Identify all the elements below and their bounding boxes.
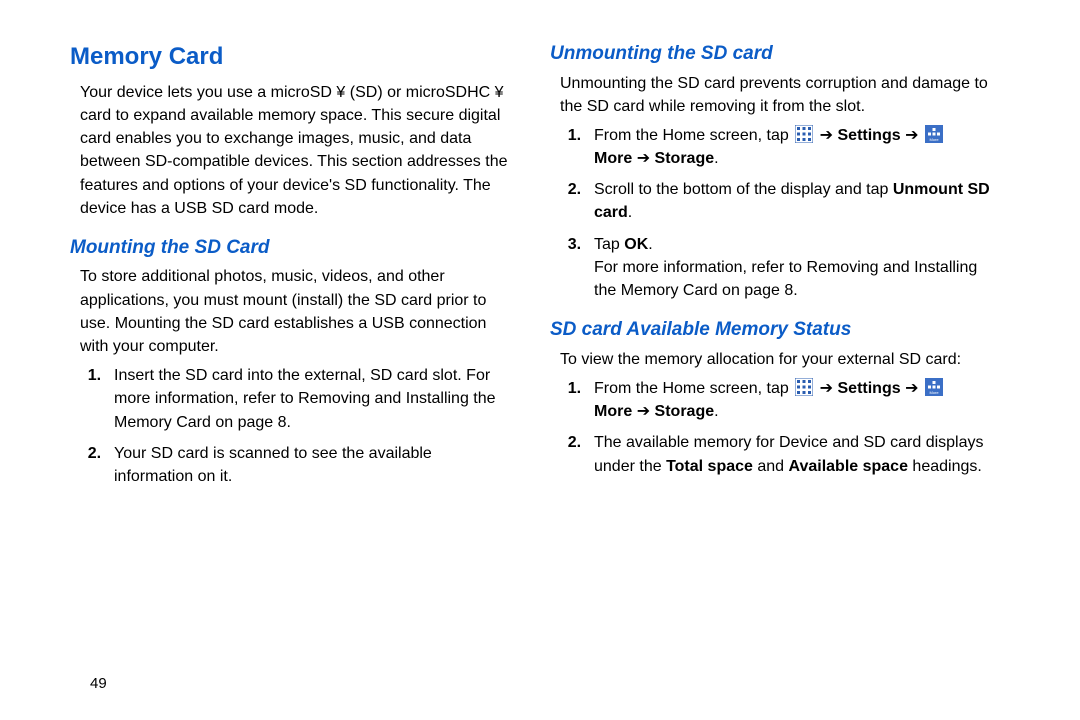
more-tab-icon: More [925,378,943,396]
heading-memory-card: Memory Card [70,40,510,75]
more-tab-icon: More [925,125,943,143]
ok-label: OK [624,236,648,253]
arrow-icon: ➔ [820,127,838,144]
crossref-pre: For more information, refer to [594,259,807,276]
heading-mounting-sd: Mounting the SD Card [70,234,510,262]
step-text: From the Home screen, tap [594,127,793,144]
avail-step-2: The available memory for Device and SD c… [590,431,990,477]
page-number: 49 [90,675,107,692]
arrow-icon: ➔ [820,380,838,397]
crossref-post: on page 8. [718,282,798,299]
unmounting-steps: From the Home screen, tap ➔ Settings ➔ M… [550,124,990,302]
unmount-step-2: Scroll to the bottom of the display and … [590,178,990,224]
step-text: . [648,236,652,253]
arrow-icon: ➔ [637,403,655,420]
total-space-label: Total space [666,458,753,475]
storage-label: Storage [655,150,715,167]
step-text: and [753,458,789,475]
arrow-icon: ➔ [637,150,655,167]
intro-paragraph: Your device lets you use a microSD ¥ (SD… [80,81,510,220]
step-text: Your SD card is scanned to see the avail… [114,445,432,485]
arrow-icon: ➔ [905,380,923,397]
right-column: Unmounting the SD card Unmounting the SD… [550,40,990,700]
available-space-label: Available space [789,458,908,475]
apps-icon [795,378,813,396]
mounting-step-1: Insert the SD card into the external, SD… [110,364,510,434]
svg-text:More: More [929,390,939,395]
unmounting-paragraph: Unmounting the SD card prevents corrupti… [560,72,990,118]
avail-step-1: From the Home screen, tap ➔ Settings ➔ M… [590,377,990,423]
step-text: From the Home screen, tap [594,380,793,397]
unmount-step-1: From the Home screen, tap ➔ Settings ➔ M… [590,124,990,170]
left-column: Memory Card Your device lets you use a m… [70,40,510,700]
available-memory-paragraph: To view the memory allocation for your e… [560,348,990,371]
step-text: Tap [594,236,624,253]
step-text: headings. [908,458,982,475]
mounting-paragraph: To store additional photos, music, video… [80,265,510,358]
svg-text:More: More [929,137,939,142]
mounting-step-2: Your SD card is scanned to see the avail… [110,442,510,488]
more-label: More [594,150,632,167]
step-text: on page 8. [211,414,291,431]
more-label: More [594,403,632,420]
mounting-steps: Insert the SD card into the external, SD… [70,364,510,488]
arrow-icon: ➔ [905,127,923,144]
step-text: Scroll to the bottom of the display and … [594,181,893,198]
unmount-step-3: Tap OK. For more information, refer to R… [590,233,990,303]
page: Memory Card Your device lets you use a m… [0,0,1080,720]
storage-label: Storage [655,403,715,420]
settings-label: Settings [838,380,901,397]
settings-label: Settings [838,127,901,144]
step-text: . [628,204,632,221]
heading-available-memory: SD card Available Memory Status [550,316,990,344]
apps-icon [795,125,813,143]
available-memory-steps: From the Home screen, tap ➔ Settings ➔ M… [550,377,990,478]
heading-unmounting-sd: Unmounting the SD card [550,40,990,68]
